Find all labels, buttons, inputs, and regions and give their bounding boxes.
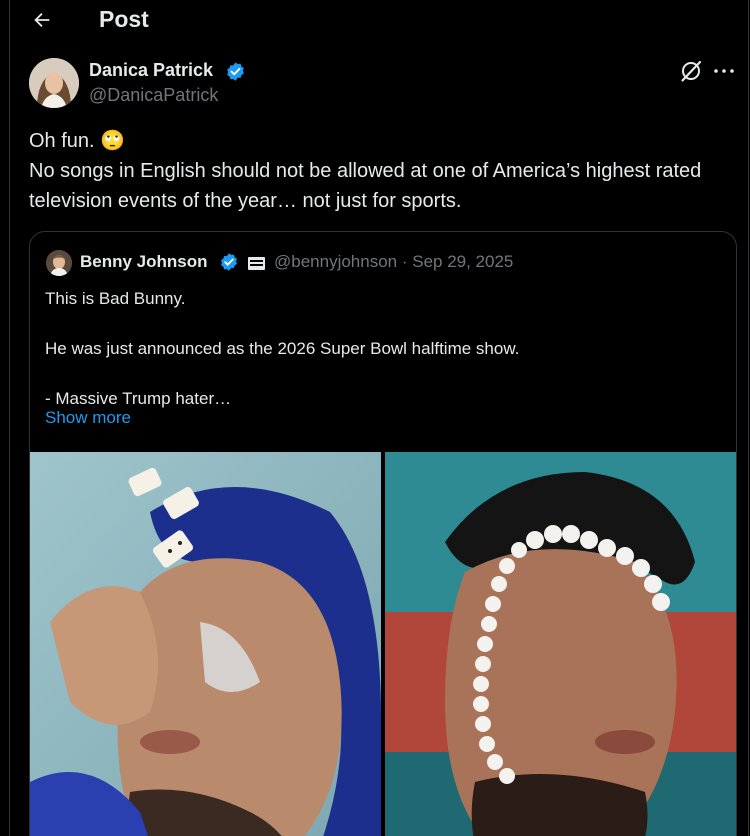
arrow-left-icon xyxy=(34,12,50,28)
quoted-photo-right[interactable] xyxy=(385,452,736,836)
back-button[interactable] xyxy=(28,6,56,34)
quoted-tweet-card[interactable]: Benny Johnson @bennyjohnson · Sep 29, 20… xyxy=(29,231,737,836)
verified-badge-icon xyxy=(221,253,237,271)
quoted-tweet-text: This is Bad Bunny. He was just announced… xyxy=(45,289,520,408)
page-title: Post xyxy=(99,6,149,32)
verified-badge-icon xyxy=(227,62,244,81)
affiliate-badge-icon xyxy=(248,257,265,270)
author-name[interactable]: Danica Patrick xyxy=(89,60,213,81)
quoted-handle-date: @bennyjohnson · Sep 29, 2025 xyxy=(274,252,514,271)
column-border-left xyxy=(9,0,10,836)
post-header: Post xyxy=(0,0,750,40)
author-handle[interactable]: @DanicaPatrick xyxy=(89,85,218,106)
author-avatar[interactable] xyxy=(29,58,79,108)
column-border-right xyxy=(748,0,749,836)
quoted-author-name: Benny Johnson xyxy=(80,252,208,271)
show-more-link[interactable]: Show more xyxy=(45,408,131,428)
quoted-author-avatar xyxy=(46,250,72,276)
quoted-photo-left[interactable] xyxy=(30,452,381,836)
grok-icon[interactable] xyxy=(679,59,703,83)
more-options-icon[interactable] xyxy=(713,66,735,76)
tweet-text: Oh fun. 🙄 No songs in English should not… xyxy=(29,130,702,212)
